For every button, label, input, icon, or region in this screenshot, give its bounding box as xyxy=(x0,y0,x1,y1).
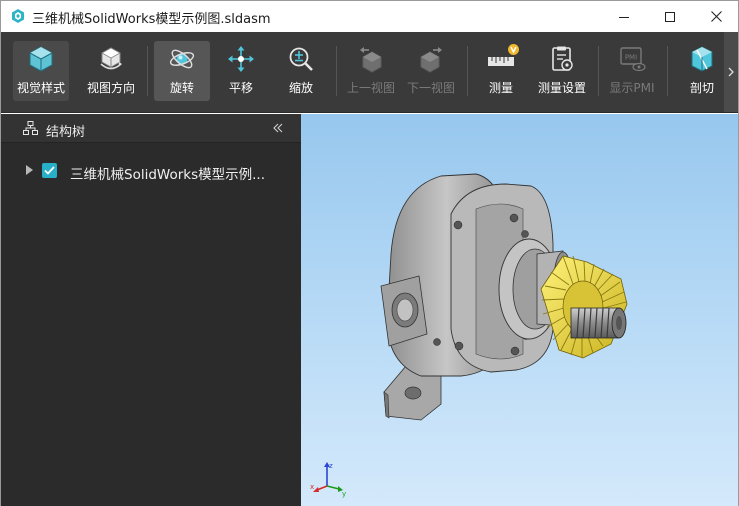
bevel-gear[interactable] xyxy=(540,255,628,359)
maximize-button[interactable] xyxy=(647,1,693,32)
toolbar-separator xyxy=(598,46,599,96)
pan-icon xyxy=(228,46,254,72)
next-view-button[interactable]: 下一视图 xyxy=(403,41,459,101)
view-direction-icon xyxy=(100,47,122,70)
rotate-label: 旋转 xyxy=(169,81,194,95)
section-icon xyxy=(691,46,713,72)
previous-view-button[interactable]: 上一视图 xyxy=(343,41,399,101)
tree-structure-icon xyxy=(23,121,38,135)
toolbar-separator xyxy=(147,46,148,96)
close-button[interactable] xyxy=(693,1,739,32)
vip-badge-icon xyxy=(508,44,519,55)
toolbar-separator xyxy=(336,46,337,96)
section-button[interactable]: 剖切 xyxy=(674,41,730,101)
measure-settings-label: 测量设置 xyxy=(537,81,586,95)
minimize-button[interactable] xyxy=(601,1,647,32)
measure-button[interactable]: 测量 xyxy=(473,41,529,101)
visual-style-button[interactable]: 视觉样式 xyxy=(13,41,69,101)
toolbar: 视觉样式 视图方向 旋转 平移 缩放 上一视图 下一视图 测量 测量设置 PMI… xyxy=(1,32,738,113)
show-pmi-label: 显示PMI xyxy=(609,81,655,95)
chevron-right-icon xyxy=(728,67,734,77)
pan-label: 平移 xyxy=(228,81,253,95)
rotate-icon xyxy=(169,49,195,69)
app-logo-icon xyxy=(12,9,24,23)
measure-settings-button[interactable]: 测量设置 xyxy=(534,41,590,101)
triad-y-label: y xyxy=(342,490,346,498)
triad-z-label: z xyxy=(329,462,333,470)
panel-header: 结构树 xyxy=(1,114,301,143)
triad-x-label: x xyxy=(310,483,314,491)
zoom-button[interactable]: 缩放 xyxy=(273,41,329,101)
visual-style-label: 视觉样式 xyxy=(16,81,65,95)
show-pmi-button[interactable]: PMI 显示PMI xyxy=(604,41,660,101)
title-bar: 三维机械SolidWorks模型示例图.sldasm xyxy=(1,1,738,32)
collapse-panel-button[interactable] xyxy=(273,120,283,133)
3d-viewport[interactable]: z x y xyxy=(301,114,738,506)
maximize-icon xyxy=(665,11,675,22)
pan-button[interactable]: 平移 xyxy=(213,41,269,101)
expand-arrow-icon[interactable] xyxy=(26,165,33,175)
next-view-label: 下一视图 xyxy=(406,81,455,95)
app-window: 三维机械SolidWorks模型示例图.sldasm 视觉样式 视图方向 旋转 … xyxy=(0,0,739,506)
previous-view-icon xyxy=(360,47,382,73)
rotate-button[interactable]: 旋转 xyxy=(154,41,210,101)
panel-title: 结构树 xyxy=(46,125,86,140)
previous-view-label: 上一视图 xyxy=(346,81,395,95)
structure-tree-panel: 结构树 三维机械SolidWorks模型示例... xyxy=(1,114,301,506)
pmi-icon-text: PMI xyxy=(625,54,637,62)
visual-style-icon xyxy=(29,46,53,72)
view-direction-button[interactable]: 视图方向 xyxy=(83,41,139,101)
toolbar-scroll-right[interactable] xyxy=(724,32,738,112)
close-icon xyxy=(710,11,722,22)
zoom-icon xyxy=(289,47,313,71)
visibility-checkbox[interactable] xyxy=(42,163,57,178)
window-title: 三维机械SolidWorks模型示例图.sldasm xyxy=(32,12,271,27)
section-label: 剖切 xyxy=(689,81,714,95)
next-view-icon xyxy=(420,47,442,73)
toolbar-separator xyxy=(667,46,668,96)
measure-settings-icon xyxy=(552,46,573,71)
view-direction-label: 视图方向 xyxy=(86,81,135,95)
checkmark-icon xyxy=(44,166,55,175)
tree-item-label: 三维机械SolidWorks模型示例... xyxy=(70,167,265,183)
tree-item[interactable]: 三维机械SolidWorks模型示例... xyxy=(1,159,301,183)
measure-label: 测量 xyxy=(488,81,513,95)
pmi-icon: PMI xyxy=(620,47,646,72)
minimize-icon xyxy=(619,16,629,18)
gear-pump-model[interactable] xyxy=(301,114,738,506)
double-chevron-left-icon xyxy=(273,123,283,133)
toolbar-separator xyxy=(467,46,468,96)
orientation-triad: z x y xyxy=(310,462,346,498)
zoom-label: 缩放 xyxy=(288,81,313,95)
